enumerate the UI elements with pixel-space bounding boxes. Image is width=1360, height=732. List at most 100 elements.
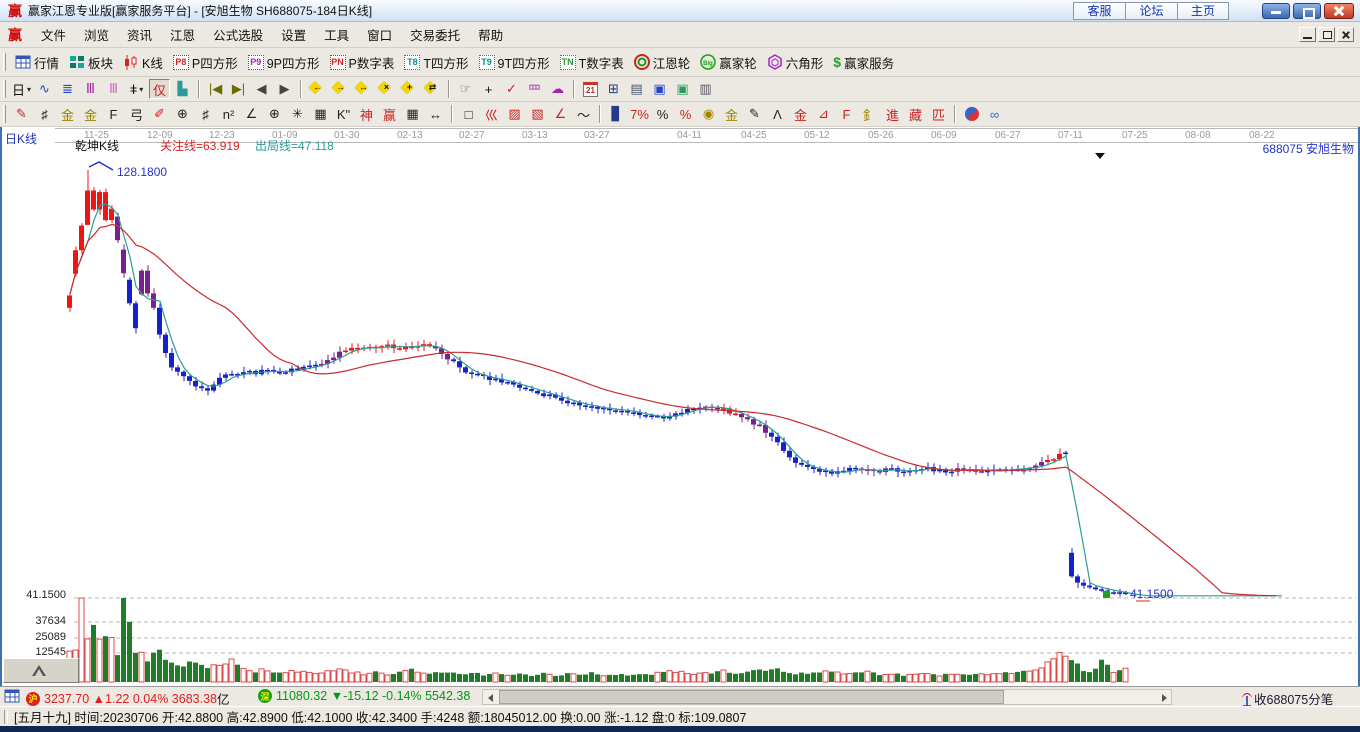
fib-tool-button[interactable]: F [103, 104, 124, 124]
menu-江恩[interactable]: 江恩 [161, 22, 204, 47]
grid-target-tool-button[interactable]: ▦ [310, 104, 331, 124]
menu-帮助[interactable]: 帮助 [469, 22, 512, 47]
compress-all-button[interactable]: ◆ × [376, 77, 397, 99]
infinity-tool-button[interactable]: ∞ [984, 104, 1005, 124]
toolbar-江恩轮[interactable]: 江恩轮 [629, 50, 696, 74]
save-button[interactable]: ▣ [649, 79, 670, 99]
pan-view-button[interactable]: ◆ ⇄ [422, 77, 443, 99]
candlestick-chart[interactable] [0, 127, 1360, 686]
menu-文件[interactable]: 文件 [32, 22, 75, 47]
red-gold-tool-button[interactable]: 金 [790, 104, 811, 124]
next-bar-button[interactable]: ▶ [274, 79, 295, 99]
info-window-button[interactable]: ≣ [57, 79, 78, 99]
toolbar-板块[interactable]: 板块 [64, 50, 118, 74]
gold-grid-tool-button[interactable]: 金 [80, 104, 101, 124]
scroll-left-button[interactable] [483, 690, 498, 704]
toolbar-赢家轮[interactable]: Big 赢家轮 [695, 50, 762, 74]
toolbar-T数字表[interactable]: TN T数字表 [555, 50, 629, 74]
menu-工具[interactable]: 工具 [315, 22, 358, 47]
jin-tool-button[interactable]: 進 [882, 104, 903, 124]
percent-tool-button[interactable]: % [652, 104, 673, 124]
chart-scrollbar[interactable] [482, 689, 1172, 705]
shen-tool-button[interactable]: 神 [356, 104, 377, 124]
shift-left-button[interactable]: ◆ ← [307, 77, 328, 99]
child-minimize-button[interactable] [1299, 27, 1316, 42]
restore-button[interactable] [1293, 2, 1321, 19]
toolbar-六角形[interactable]: 六角形 [762, 50, 829, 74]
shift-right-button[interactable]: ◆ → [330, 77, 351, 99]
notebook-button[interactable]: ▤ [626, 79, 647, 99]
toolbar-行情[interactable]: 行情 [10, 50, 64, 74]
star-web-tool-button[interactable]: ✳ [287, 104, 308, 124]
toolbar-9T四方形[interactable]: T9 9T四方形 [474, 50, 555, 74]
crosshair-tool-button[interactable]: + [478, 79, 499, 99]
toolbar-K线[interactable]: K线 [118, 50, 168, 74]
menu-资讯[interactable]: 资讯 [118, 22, 161, 47]
gold-line-tool-button[interactable]: 金 [721, 104, 742, 124]
menu-交易委托[interactable]: 交易委托 [401, 22, 469, 47]
f-line-tool-button[interactable]: F [836, 104, 857, 124]
taiji-tool-button[interactable] [961, 104, 982, 124]
export-button[interactable]: ▥ [695, 79, 716, 99]
child-restore-button[interactable] [1318, 27, 1335, 42]
save-multi-button[interactable]: ▣ [672, 79, 693, 99]
period-selector-button[interactable]: 日 ▾ [11, 79, 32, 99]
gold2-tool-button[interactable]: 釒 [859, 104, 880, 124]
compass-tool-button[interactable]: ⊕ [264, 104, 285, 124]
toolbar-grip[interactable] [3, 105, 6, 123]
brush-k-tool-button[interactable]: ✎ [744, 104, 765, 124]
chart-panel-3-button[interactable]: Ⅲ [80, 79, 101, 99]
hatch2-tool-button[interactable]: ♯ [195, 104, 216, 124]
minimize-button[interactable] [1262, 2, 1290, 19]
grid-123-tool-button[interactable]: ▦ [402, 104, 423, 124]
zigzag-tool-button[interactable]: 〜 [573, 104, 594, 124]
wave-tool-button[interactable]: Λ [767, 104, 788, 124]
width-tool-button[interactable]: ↔ [425, 104, 446, 124]
toolbar-grip[interactable] [3, 80, 6, 98]
ying-tool-button[interactable]: 赢 [379, 104, 400, 124]
chart-panel-9-button[interactable]: Ⅲ [103, 79, 124, 99]
toolbar-T四方形[interactable]: T8 T四方形 [399, 50, 473, 74]
titlebar-link-主页[interactable]: 主页 [1177, 1, 1229, 20]
menu-窗口[interactable]: 窗口 [358, 22, 401, 47]
square-number-tool-button[interactable]: n² [218, 104, 239, 124]
cross-box-tool-button[interactable]: ▧ [527, 104, 548, 124]
scroll-right-button[interactable] [1156, 690, 1171, 704]
prev-bar-button[interactable]: ◀ [251, 79, 272, 99]
menu-浏览[interactable]: 浏览 [75, 22, 118, 47]
first-bar-button[interactable]: |◀ [205, 79, 226, 99]
toolbar-P四方形[interactable]: P8 P四方形 [168, 50, 243, 74]
scrollbar-track[interactable] [498, 690, 1156, 704]
bow-tool-button[interactable]: 弓 [126, 104, 147, 124]
pi-tool-button[interactable]: 匹 [928, 104, 949, 124]
collapse-volume-button[interactable] [3, 658, 79, 683]
quote-grid-icon[interactable] [4, 689, 20, 703]
color-chart-button[interactable]: ▙ [172, 79, 193, 99]
toolbar-grip[interactable] [3, 53, 6, 71]
expand-all-button[interactable]: ◆ + [399, 77, 420, 99]
toolbar-P数字表[interactable]: PN P数字表 [325, 50, 400, 74]
gold-segment-tool-button[interactable]: 金 [57, 104, 78, 124]
percent-line-tool-button[interactable]: % [675, 104, 696, 124]
toolbar-赢家服务[interactable]: $ 赢家服务 [828, 50, 899, 74]
pencil-tool-button[interactable]: ✎ [11, 104, 32, 124]
hand-tool-button[interactable]: ☞ [455, 79, 476, 99]
gann-frame-tool-button[interactable]: 罒 [524, 79, 545, 99]
gold-circle-tool-button[interactable]: ◉ [698, 104, 719, 124]
scrollbar-thumb[interactable] [499, 690, 1004, 704]
frame-tool-button[interactable]: □ [458, 104, 479, 124]
gann-k-toggle-button[interactable]: 仅 [149, 79, 170, 99]
cloud-tool-button[interactable]: ☁ [547, 79, 568, 99]
candle-style-button[interactable]: ǂ ▾ [126, 79, 147, 99]
fan-grid-tool-button[interactable]: ▨ [504, 104, 525, 124]
calculator-button[interactable]: ⊞ [603, 79, 624, 99]
child-close-button[interactable] [1337, 27, 1354, 42]
last-bar-button[interactable]: ▶| [228, 79, 249, 99]
expand-horizontal-button[interactable]: ◆ ↔ [353, 77, 374, 99]
menu-公式选股[interactable]: 公式选股 [204, 22, 272, 47]
angle-tool-button[interactable]: ∠ [241, 104, 262, 124]
titlebar-link-论坛[interactable]: 论坛 [1125, 1, 1177, 20]
close-button[interactable] [1324, 2, 1354, 19]
percent7-tool-button[interactable]: 7% [629, 104, 650, 124]
trend-window-button[interactable]: ∿ [34, 79, 55, 99]
